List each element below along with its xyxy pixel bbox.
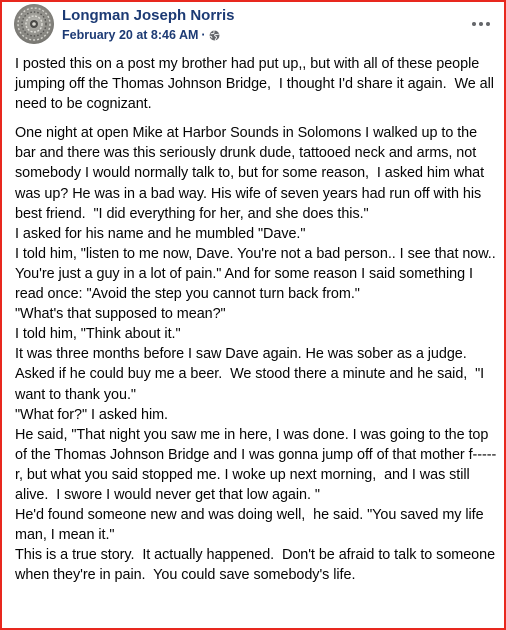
- meta-separator: ·: [201, 28, 206, 42]
- post-paragraph: I told him, "Think about it.": [15, 326, 181, 343]
- author-avatar[interactable]: [14, 4, 54, 44]
- post-paragraph: He'd found someone new and was doing wel…: [15, 507, 488, 544]
- post-card: Longman Joseph Norris February 20 at 8:4…: [0, 0, 506, 630]
- post-paragraph: "What's that supposed to mean?": [15, 306, 226, 323]
- author-name[interactable]: Longman Joseph Norris: [62, 7, 235, 25]
- post-paragraph: It was three months before I saw Dave ag…: [15, 346, 489, 403]
- globe-icon[interactable]: [209, 30, 220, 41]
- post-header: Longman Joseph Norris February 20 at 8:4…: [14, 3, 494, 49]
- avatar-image: [14, 4, 54, 44]
- post-meta: February 20 at 8:46 AM ·: [62, 28, 220, 43]
- more-options-icon[interactable]: [468, 11, 494, 37]
- post-paragraph: I asked for his name and he mumbled "Dav…: [15, 225, 306, 242]
- post-paragraph: He said, "That night you saw me in here,…: [15, 426, 497, 503]
- post-paragraph: I told him, "listen to me now, Dave. You…: [15, 245, 500, 303]
- post-body: I posted this on a post my brother had p…: [15, 54, 500, 585]
- post-paragraph: This is a true story. It actually happen…: [15, 547, 499, 584]
- post-paragraph: "What for?" I asked him.: [15, 406, 168, 423]
- post-paragraph: One night at open Mike at Harbor Sounds …: [15, 125, 489, 222]
- post-timestamp[interactable]: February 20 at 8:46 AM: [62, 28, 198, 43]
- post-paragraph: I posted this on a post my brother had p…: [15, 56, 498, 113]
